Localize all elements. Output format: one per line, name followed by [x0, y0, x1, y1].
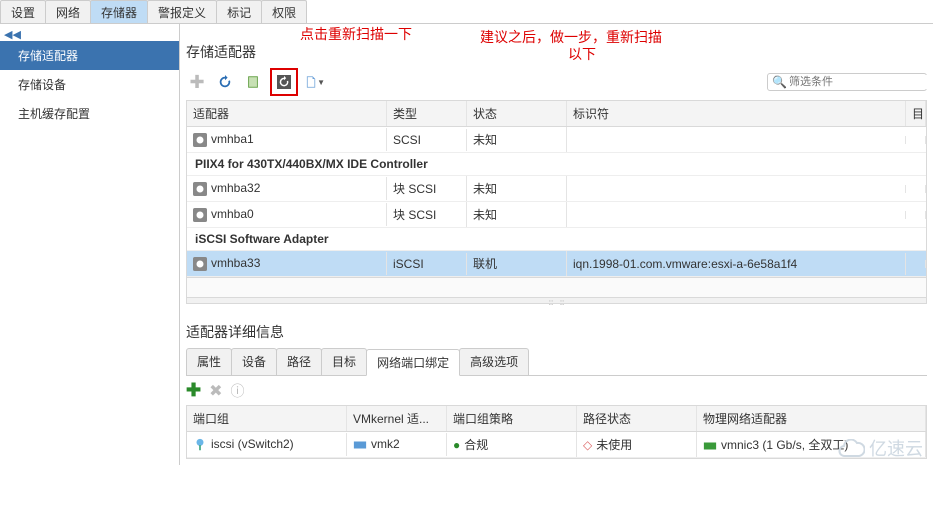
annotation-rescan: 点击重新扫描一下	[300, 24, 412, 44]
table-row[interactable]: vmhba0 块 SCSI未知	[187, 202, 926, 228]
scroll-area[interactable]	[187, 277, 926, 297]
tab-tags[interactable]: 标记	[216, 0, 262, 23]
binding-grid: 端口组 VMkernel 适... 端口组策略 路径状态 物理网络适配器 isc…	[186, 405, 927, 459]
subtab-properties[interactable]: 属性	[186, 348, 232, 375]
document-button[interactable]: ▼	[304, 71, 326, 93]
col-portgroup[interactable]: 端口组	[187, 406, 347, 431]
subtab-devices[interactable]: 设备	[231, 348, 277, 375]
detail-tabs: 属性 设备 路径 目标 网络端口绑定 高级选项	[186, 348, 927, 376]
filter-input[interactable]	[787, 75, 933, 89]
col-type[interactable]: 类型	[387, 101, 467, 126]
sidebar-item-hostcache[interactable]: 主机缓存配置	[0, 99, 179, 128]
sidebar-item-adapters[interactable]: 存储适配器	[0, 41, 179, 70]
col-status[interactable]: 状态	[467, 101, 567, 126]
status-unused-icon: ◇	[583, 438, 592, 452]
table-row-selected[interactable]: vmhba33 iSCSI联机iqn.1998-01.com.vmware:es…	[187, 251, 926, 277]
col-physical[interactable]: 物理网络适配器	[697, 406, 926, 431]
remove-binding-button[interactable]: ✖	[209, 381, 222, 401]
table-row[interactable]: vmhba1 SCSI未知	[187, 127, 926, 153]
tab-permissions[interactable]: 权限	[261, 0, 307, 23]
subtab-paths[interactable]: 路径	[276, 348, 322, 375]
host-button[interactable]	[242, 71, 264, 93]
group-row-iscsi: iSCSI Software Adapter	[187, 228, 926, 251]
tab-settings[interactable]: 设置	[0, 0, 46, 23]
col-identifier[interactable]: 标识符	[567, 101, 906, 126]
info-button[interactable]: ⓘ	[231, 381, 245, 401]
col-pathstatus[interactable]: 路径状态	[577, 406, 697, 431]
adapter-toolbar: ✚ ▼ 🔍 ▼	[186, 68, 927, 96]
add-binding-button[interactable]: ✚	[186, 380, 201, 401]
filter-box[interactable]: 🔍 ▼	[767, 73, 927, 91]
tab-storage[interactable]: 存储器	[90, 0, 148, 23]
watermark: 亿速云	[837, 435, 923, 461]
group-row-ide: PIIX4 for 430TX/440BX/MX IDE Controller	[187, 153, 926, 176]
rescan-button[interactable]	[273, 71, 295, 93]
status-ok-icon: ●	[453, 438, 460, 452]
refresh-button[interactable]	[214, 71, 236, 93]
tab-alerts[interactable]: 警报定义	[147, 0, 217, 23]
annotation-suggest: 建议之后，做一步，重新扫描 以下	[480, 29, 662, 63]
add-button[interactable]: ✚	[186, 71, 208, 93]
subtab-port-binding[interactable]: 网络端口绑定	[366, 349, 460, 376]
subtab-advanced[interactable]: 高级选项	[459, 348, 529, 375]
top-tabs: 设置 网络 存储器 警报定义 标记 权限	[0, 0, 933, 24]
binding-toolbar: ✚ ✖ ⓘ	[186, 380, 927, 401]
col-adapter[interactable]: 适配器	[187, 101, 387, 126]
table-row[interactable]: vmhba32 块 SCSI未知	[187, 176, 926, 202]
collapse-icon[interactable]: ◀◀	[0, 24, 179, 41]
search-icon: 🔍	[772, 75, 787, 89]
col-last[interactable]: 目	[906, 101, 926, 126]
col-policy[interactable]: 端口组策略	[447, 406, 577, 431]
subtab-targets[interactable]: 目标	[321, 348, 367, 375]
sidebar-item-devices[interactable]: 存储设备	[0, 70, 179, 99]
tab-network[interactable]: 网络	[45, 0, 91, 23]
binding-row[interactable]: iscsi (vSwitch2) vmk2 ●合规 ◇未使用 vmnic3 (1…	[187, 432, 926, 458]
splitter[interactable]: :: ::	[187, 297, 926, 303]
adapters-grid: 适配器 类型 状态 标识符 目 vmhba1 SCSI未知 PIIX4 for …	[186, 100, 927, 304]
sidebar: ◀◀ 存储适配器 存储设备 主机缓存配置	[0, 24, 180, 465]
section-adapter-details: 适配器详细信息	[186, 322, 927, 342]
col-vmkernel[interactable]: VMkernel 适...	[347, 406, 447, 431]
